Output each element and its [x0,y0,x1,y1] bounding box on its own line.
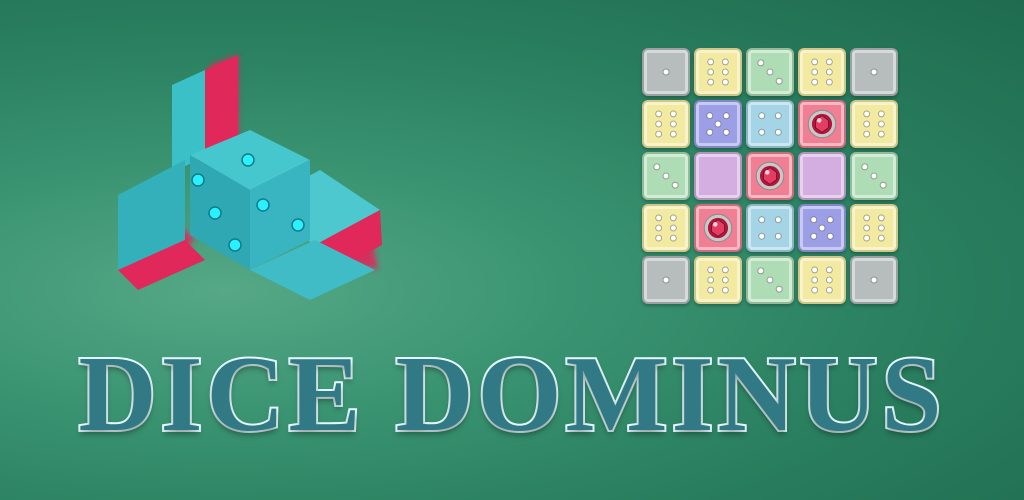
dice-pips-icon [757,267,783,293]
dice-pips-icon [662,276,670,284]
dice-tile[interactable] [850,48,898,96]
dice-tile[interactable] [798,256,846,304]
dice-tile[interactable] [850,256,898,304]
dice-pips-icon [757,59,783,85]
dice-tile[interactable] [746,100,794,148]
dice-tile[interactable] [746,256,794,304]
dice-pips-icon [655,110,677,138]
dice-tile[interactable] [642,48,690,96]
dice-board [642,48,898,304]
dice-tile[interactable] [746,48,794,96]
dice-pips-icon [758,216,782,240]
dice-tile[interactable] [694,100,742,148]
dice-tile[interactable] [798,152,846,200]
dice-pips-icon [870,276,878,284]
dice-pips-icon [707,266,729,294]
dice-tile[interactable] [798,100,846,148]
dice-tile[interactable] [694,256,742,304]
dice-tile[interactable] [798,48,846,96]
dice-pips-icon [870,68,878,76]
dice-pips-icon [810,216,834,240]
dice-pips-icon [707,58,729,86]
dice-pips-icon [861,163,887,189]
dice-tile[interactable] [694,152,742,200]
dice-tile[interactable] [642,256,690,304]
dice-tile[interactable] [642,100,690,148]
dice-tile[interactable] [642,204,690,252]
dice-pips-icon [662,68,670,76]
dice-pips-icon [653,163,679,189]
dice-tile[interactable] [746,152,794,200]
dice-tile[interactable] [746,204,794,252]
dice-tile[interactable] [694,48,742,96]
dice-tile[interactable] [850,152,898,200]
dice-pips-icon [706,112,730,136]
dice-pips-icon [863,110,885,138]
dice-pips-icon [811,266,833,294]
dice-tile[interactable] [798,204,846,252]
ruby-gem-icon [703,213,733,243]
dice-tile[interactable] [850,100,898,148]
dice-tile[interactable] [642,152,690,200]
dice-pips-icon [655,214,677,242]
dice-pips-icon [863,214,885,242]
ruby-gem-icon [807,109,837,139]
ruby-gem-icon [755,161,785,191]
dice-pips-icon [811,58,833,86]
dice-tile[interactable] [694,204,742,252]
dice-pips-icon [758,112,782,136]
dice-tile[interactable] [850,204,898,252]
game-title: DICE DOMINUS [76,333,946,456]
dice-logo-icon [118,55,382,300]
